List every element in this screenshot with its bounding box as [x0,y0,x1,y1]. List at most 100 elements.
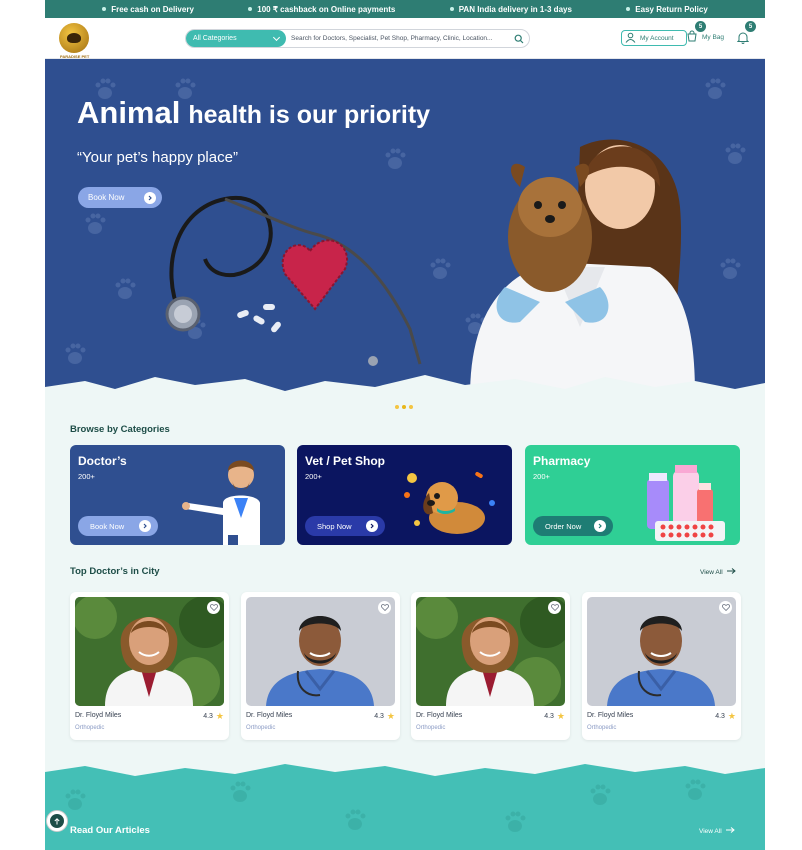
category-name: Pharmacy [533,454,591,468]
star-icon: ★ [727,711,736,721]
carousel-dots [395,405,413,409]
notification-button[interactable] [736,31,750,49]
my-bag-button[interactable]: My Bag [686,30,724,44]
category-count: 200+ [305,472,322,481]
doctor-specialty: Orthopedic [75,725,105,731]
arrow-right-icon [139,520,151,532]
category-card-vet-pet-shop[interactable]: Vet / Pet Shop 200+ Shop Now [297,445,512,545]
doctors-view-all-link[interactable]: View All [700,568,736,576]
doctor-rating: 4.3 ★ [203,711,224,721]
carousel-dot[interactable] [409,405,413,409]
view-all-label: View All [699,827,722,835]
category-card-pharmacy[interactable]: Pharmacy 200+ Order Now [525,445,740,545]
doctor-photo [75,597,224,706]
page: Free cash on Delivery 100 ₹ cashback on … [45,0,765,850]
doctor-rating: 4.3 ★ [715,711,736,721]
promo-item: Easy Return Policy [626,5,708,14]
arrow-right-icon [725,827,735,835]
my-account-button[interactable]: My Account [621,30,687,46]
doctor-card[interactable]: Dr. Floyd Miles 4.3 ★ Orthopedic [70,592,229,740]
stethoscope-illustration [165,195,422,366]
doctor-specialty: Orthopedic [246,725,276,731]
articles-section: Read Our Articles View All [45,760,765,850]
doctor-photo [416,597,565,706]
doctor-card[interactable]: Dr. Floyd Miles 4.3 ★ Orthopedic [241,592,400,740]
category-count: 200+ [533,472,550,481]
my-account-label: My Account [640,34,674,42]
shop-now-button[interactable]: Shop Now [305,516,385,536]
doctor-specialty: Orthopedic [587,725,617,731]
logo[interactable]: PARADISE PET [59,23,89,59]
search-icon[interactable] [512,32,526,46]
hero-book-now-button[interactable]: Book Now [78,187,162,208]
order-now-label: Order Now [545,521,582,531]
book-now-button[interactable]: Book Now [78,516,158,536]
search-input[interactable] [286,35,512,42]
order-now-button[interactable]: Order Now [533,516,613,536]
vet-with-dog-photo [470,139,695,397]
doctor-card[interactable]: Dr. Floyd Miles 4.3 ★ Orthopedic [411,592,570,740]
promo-item: 100 ₹ cashback on Online payments [248,5,395,14]
category-card-doctors[interactable]: Doctor’s 200+ Book Now [70,445,285,545]
promo-bar: Free cash on Delivery 100 ₹ cashback on … [45,0,765,18]
articles-title: Read Our Articles [70,825,150,836]
view-all-label: View All [700,568,723,576]
category-name: Doctor’s [78,454,127,468]
heart-icon[interactable] [378,601,391,614]
hero-quote: “Your pet’s happy place” [77,149,238,166]
doctor-rating: 4.3 ★ [544,711,565,721]
doctor-name: Dr. Floyd Miles [587,712,634,719]
arrow-right-icon [594,520,606,532]
medicine-bottles-illustration [647,465,725,541]
book-now-label: Book Now [90,521,125,531]
doctor-rating: 4.3 ★ [374,711,395,721]
category-select[interactable]: All Categories [186,30,286,47]
doctor-name: Dr. Floyd Miles [75,712,122,719]
doctor-name: Dr. Floyd Miles [246,712,293,719]
heart-icon[interactable] [719,601,732,614]
articles-view-all-link[interactable]: View All [699,827,735,835]
search-bar: All Categories [185,29,530,48]
bag-count-badge: 5 [695,21,706,32]
arrow-right-icon [726,568,736,576]
user-icon [625,32,636,45]
carousel-dot[interactable] [395,405,399,409]
hero-title: Animal health is our priority [77,95,430,131]
puppy-illustration [404,472,495,534]
doctor-name: Dr. Floyd Miles [416,712,463,719]
category-name: Vet / Pet Shop [305,454,386,468]
promo-item: Free cash on Delivery [102,5,194,14]
hero-title-rest: health is our priority [188,101,431,129]
hero-torn-edge [45,375,765,399]
star-icon: ★ [386,711,395,721]
top-doctors-title: Top Doctor’s in City [70,566,160,577]
bell-icon [736,31,750,48]
category-count: 200+ [78,472,95,481]
hero-book-now-label: Book Now [88,193,125,202]
doctor-photo [246,597,395,706]
arrow-right-icon [366,520,378,532]
my-bag-label: My Bag [702,33,725,41]
hero-title-big: Animal [77,95,181,130]
promo-item: PAN India delivery in 1-3 days [449,5,572,14]
doctor-photo [587,597,736,706]
doctor-card[interactable]: Dr. Floyd Miles 4.3 ★ Orthopedic [582,592,741,740]
heart-icon[interactable] [548,601,561,614]
notification-count-badge: 5 [745,21,756,32]
doctor-illustration [182,460,260,545]
category-select-value: All Categories [193,35,237,42]
hero-banner: Animal health is our priority “Your pet’s… [45,59,765,399]
bag-icon [686,30,698,44]
heart-icon[interactable] [207,601,220,614]
star-icon: ★ [556,711,565,721]
scroll-to-top-button[interactable] [46,810,68,832]
arrow-up-icon [50,814,64,828]
shop-now-label: Shop Now [317,521,352,531]
doctor-specialty: Orthopedic [416,725,446,731]
paw-pattern [65,779,706,832]
categories-title: Browse by Categories [70,424,170,435]
carousel-dot-active[interactable] [402,405,406,409]
star-icon: ★ [215,711,224,721]
site-header: PARADISE PET All Categories My Account M… [45,18,765,59]
chevron-down-icon [272,33,281,41]
